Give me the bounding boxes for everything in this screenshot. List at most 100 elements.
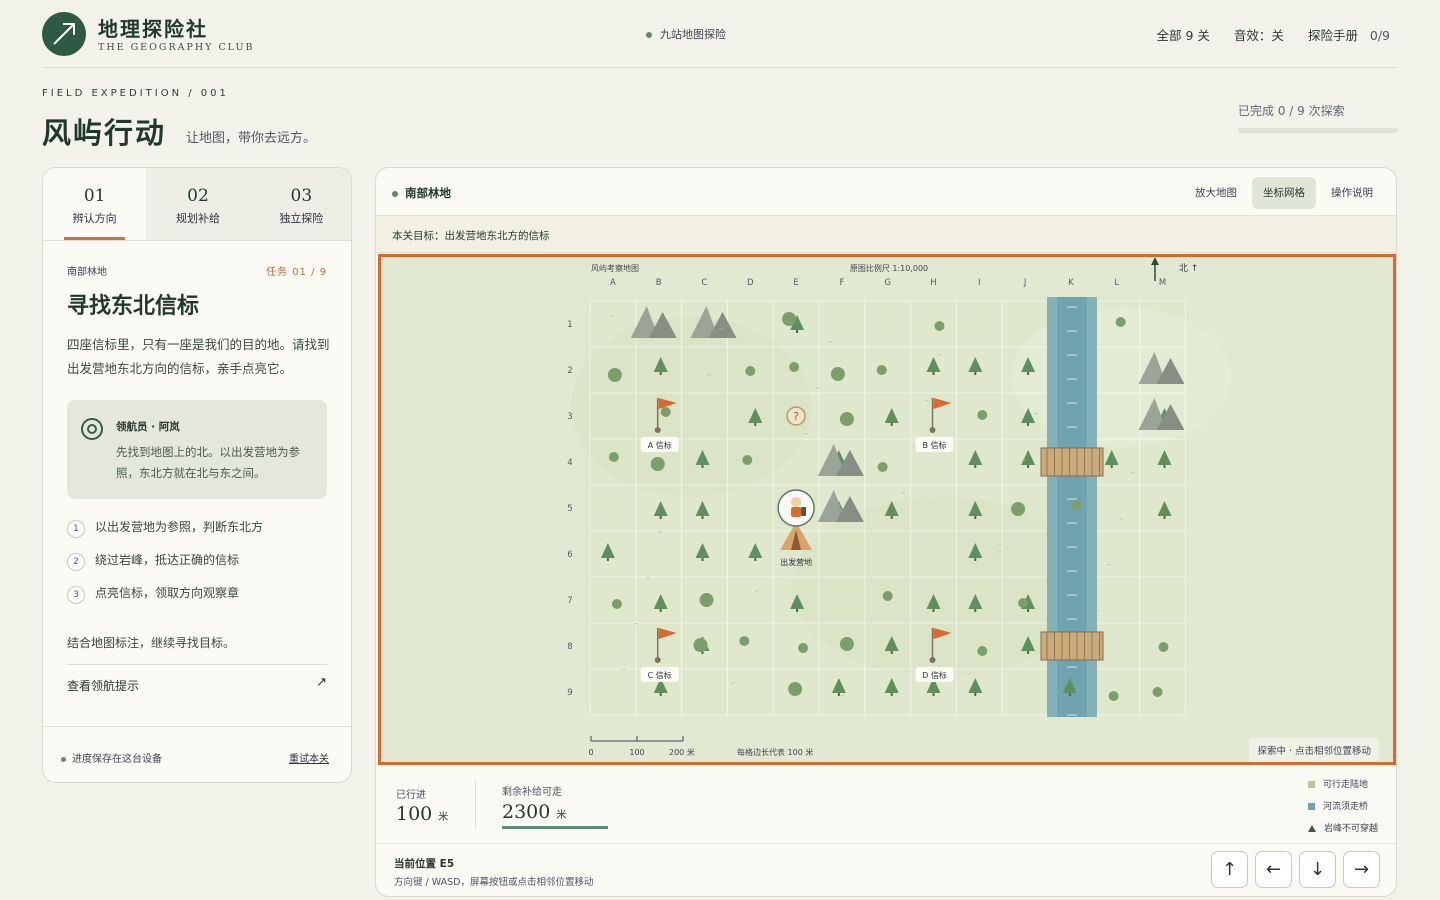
column-label: J: [1023, 278, 1027, 288]
tree-trunk: [659, 516, 662, 519]
panel-footer: 进度保存在这台设备 重试本关: [43, 726, 351, 782]
save-dot-icon: [61, 756, 66, 762]
column-label: F: [839, 278, 844, 288]
round-tree-icon: [1115, 317, 1126, 327]
river-swatch-icon: [1308, 803, 1315, 810]
round-tree-icon: [608, 452, 619, 462]
tree-trunk: [974, 558, 977, 561]
bridge-deck: [1040, 447, 1104, 477]
step-item: 3 点亮信标，领取方向观察章: [67, 584, 239, 604]
area-dot-icon: [392, 190, 398, 197]
task-panel: 01 辨认方向 02 规划补给 03 独立探险 南部林地 任务 01 / 9 寻找东北…: [42, 167, 352, 783]
step-number: 1: [67, 520, 85, 538]
stats-bar: 已行进 100 米 剩余补给可走 2300 米 可行走陆地 河流须走桥 岩峰不可穿越: [376, 767, 1396, 844]
round-tree-icon: [1158, 642, 1169, 652]
round-tree-icon: [693, 638, 708, 652]
tree-trunk: [974, 465, 977, 468]
navigator-hint-link[interactable]: 查看领航提示 ↗: [67, 664, 327, 698]
grass-tuft: ‴: [610, 314, 614, 323]
navigator-card: 领航员 · 阿岚 先找到地图上的北。以出发营地为参照，东北方就在北与东之间。: [67, 400, 327, 499]
grass-tuft: ‴: [658, 530, 662, 539]
column-label: B: [656, 278, 662, 288]
tree-trunk: [974, 516, 977, 519]
grass-tuft: ‴: [828, 340, 832, 349]
legend-mountain: 岩峰不可穿越: [1308, 821, 1378, 834]
grass-tuft: ‴: [901, 491, 905, 500]
bridge[interactable]: [1040, 447, 1104, 477]
walked-unit: 米: [438, 812, 449, 823]
tree-trunk: [1027, 423, 1030, 426]
round-tree-icon: [839, 412, 854, 426]
tab-independent[interactable]: 03 独立探险: [249, 168, 351, 240]
stage-tabs: 01 辨认方向 02 规划补给 03 独立探险: [43, 168, 351, 241]
move-right-button[interactable]: →: [1343, 851, 1380, 888]
grass-tuft: ‴: [755, 589, 759, 598]
move-left-button[interactable]: ←: [1255, 851, 1292, 888]
legend-land: 可行走陆地: [1308, 777, 1368, 790]
column-label: I: [978, 278, 981, 288]
tab-direction[interactable]: 01 辨认方向: [43, 168, 147, 240]
save-text: 进度保存在这台设备: [72, 754, 162, 765]
map-scale-text: 原图比例尺 1:10,000: [850, 263, 928, 273]
grass-tuft: ‴: [707, 373, 711, 382]
beacon-label: D 信标: [922, 670, 947, 680]
current-position: 当前位置 E5: [394, 858, 455, 870]
legend-text: 可行走陆地: [1323, 780, 1369, 790]
row-label: 5: [567, 504, 572, 514]
round-tree-icon: [882, 591, 893, 601]
mystery-marker[interactable]: ?: [786, 406, 806, 426]
level-goal: 本关目标：出发营地东北方的信标: [376, 216, 1396, 253]
grass-tuft: ‴: [1022, 458, 1026, 467]
zoom-map-button[interactable]: 放大地图: [1184, 177, 1248, 209]
scale-tick-label: 200 米: [669, 747, 695, 757]
row-label: 2: [567, 366, 572, 376]
tree-trunk: [754, 423, 757, 426]
north-label: 北 ↑: [1179, 263, 1198, 274]
sound-toggle[interactable]: 音效：关: [1234, 25, 1284, 44]
tree-trunk: [1027, 465, 1030, 468]
cell-size-note: 每格边长代表 100 米: [737, 747, 813, 757]
tree-trunk: [1027, 609, 1030, 612]
all-levels-button[interactable]: 全部 9 关: [1157, 25, 1210, 44]
task-title: 寻找东北信标: [67, 293, 200, 319]
header-center-text: 九站地图探险: [660, 28, 726, 41]
legend-text: 岩峰不可穿越: [1324, 824, 1379, 834]
bridge[interactable]: [1040, 631, 1104, 661]
brand-subtitle: THE GEOGRAPHY CLUB: [98, 42, 255, 53]
logo-icon[interactable]: [42, 12, 86, 56]
round-tree-icon: [611, 599, 622, 609]
round-tree-icon: [934, 321, 945, 331]
retry-level-button[interactable]: 重试本关: [289, 750, 329, 765]
round-tree-icon: [660, 407, 671, 417]
page-tagline: 让地图，带你去远方。: [186, 131, 317, 146]
move-up-button[interactable]: ↑: [1211, 851, 1248, 888]
round-tree-icon: [977, 646, 988, 656]
player-head: [791, 497, 802, 507]
walked-label: 已行进: [396, 790, 426, 801]
navigator-text: 先找到地图上的北。以出发营地为参照，东北方就在北与东之间。: [116, 445, 300, 480]
tree-trunk: [796, 330, 799, 333]
row-label: 9: [567, 688, 572, 698]
brand-title: 地理探险社: [98, 17, 208, 41]
move-down-button[interactable]: ↓: [1299, 851, 1336, 888]
task-hint: 结合地图标注，继续寻找目标。: [67, 636, 236, 650]
tree-trunk: [890, 423, 893, 426]
top-header: 地理探险社 THE GEOGRAPHY CLUB 九站地图探险 全部 9 关 音…: [42, 0, 1398, 68]
tree-trunk: [890, 693, 893, 696]
row-label: 3: [567, 412, 572, 422]
scale-tick-label: 100: [629, 748, 644, 757]
column-label: D: [747, 278, 754, 288]
supply-label: 剩余补给可走: [502, 787, 562, 798]
column-label: G: [884, 278, 891, 288]
player-explorer: [777, 489, 815, 527]
grid-toggle-button[interactable]: 坐标网格: [1252, 177, 1316, 209]
handbook-button[interactable]: 探险手册 0/9: [1308, 25, 1390, 44]
expedition-map[interactable]: ‴ ‴ ‴ ‴ ‴ ‴ ‴ ‴ ‴ ‴ ‴ ‴ ‴ ‴ ‴ ‴ ‴ ‴ ‴ ‴ ‴ ‴ ‴ ‴ ‴ ‴ A 信标 B 信标 C 信标 D …: [378, 254, 1396, 765]
beacon-label: C 信标: [648, 670, 672, 680]
grass-tuft: ‴: [1095, 609, 1099, 618]
round-tree-icon: [782, 312, 797, 326]
backpack-icon: [801, 507, 807, 516]
round-tree-icon: [839, 637, 854, 651]
instructions-button[interactable]: 操作说明: [1320, 177, 1384, 209]
tab-supply[interactable]: 02 规划补给: [146, 168, 250, 240]
